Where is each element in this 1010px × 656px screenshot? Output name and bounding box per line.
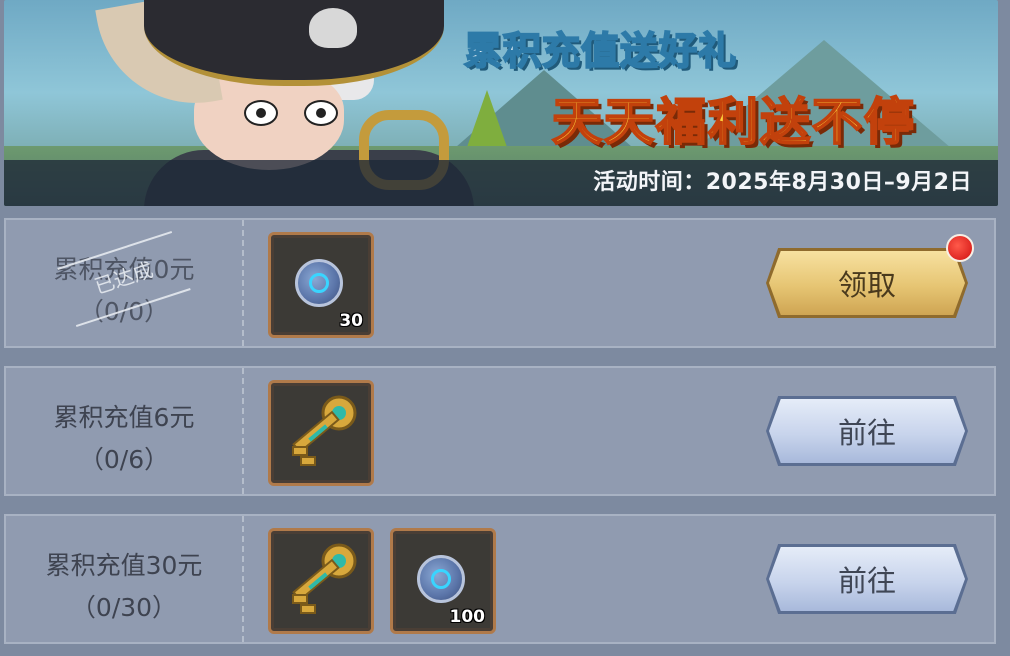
goto-button-label: 前往 (769, 399, 965, 463)
tier-requirement: 累积充值6元 (53, 403, 195, 432)
banner-subtitle: 天天福利送不停 (551, 92, 916, 152)
key-icon (292, 543, 357, 614)
event-date: 活动时间：2025年8月30日–9月2日 (593, 170, 972, 195)
reward-item[interactable]: 100 (390, 528, 496, 634)
character-eye (304, 100, 338, 126)
reward-tier-row: 累积充值30元 （0/30） 100 前往 (4, 514, 996, 644)
goto-button[interactable]: 前往 (766, 396, 968, 466)
claim-button[interactable]: 领取 (766, 234, 974, 318)
tier-progress: （0/30） (70, 593, 178, 622)
banner-title: 累积充值送好礼 (463, 28, 738, 74)
reward-quantity: 100 (449, 607, 486, 627)
reward-quantity: 30 (339, 311, 363, 331)
claim-button-label: 领取 (769, 251, 965, 315)
coin-icon (417, 555, 465, 603)
reward-item[interactable]: 30 (268, 232, 374, 338)
coin-icon (295, 259, 343, 307)
event-banner: 累积充值送好礼 天天福利送不停 活动时间：2025年8月30日–9月2日 (4, 0, 998, 206)
reward-item[interactable] (268, 528, 374, 634)
skull-emblem-icon (309, 8, 357, 48)
reward-tier-row: 累积充值6元 （0/6） 前往 (4, 366, 996, 496)
key-icon (292, 395, 357, 466)
goto-button[interactable]: 前往 (766, 544, 968, 614)
reward-item[interactable] (268, 380, 374, 486)
reward-tier-row: 累积充值0元 （0/0） 已达成 30 领取 (4, 218, 996, 348)
character-eye (244, 100, 278, 126)
notification-dot-icon (946, 234, 974, 262)
goto-button-label: 前往 (769, 547, 965, 611)
tier-requirement: 累积充值30元 (45, 551, 203, 580)
tier-progress: （0/6） (78, 445, 170, 474)
